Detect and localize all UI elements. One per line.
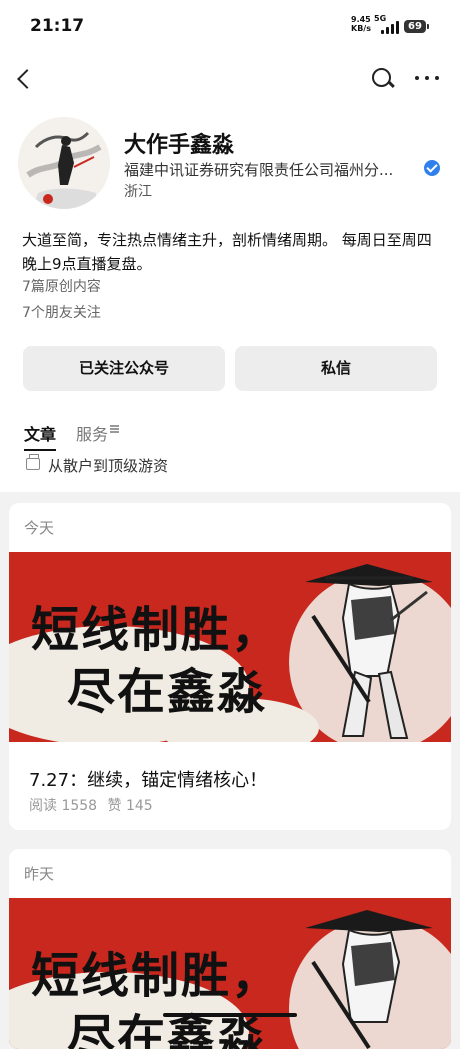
read-count: 阅读 1558 — [29, 798, 98, 814]
network-speed-unit: KB/s — [351, 24, 371, 33]
network-speed: 9.45 KB/s — [351, 15, 371, 33]
cover-slogan-line1: 短线制胜， — [31, 948, 282, 1004]
article-card[interactable]: 昨天 短线制胜， 尽在鑫淼 — [9, 849, 451, 1049]
menu-icon[interactable] — [110, 424, 119, 433]
message-button[interactable]: 私信 — [235, 346, 437, 391]
article-cover[interactable]: 短线制胜， 尽在鑫淼 — [9, 552, 451, 742]
cover-slogan-line2: 尽在鑫淼 — [67, 664, 268, 720]
article-day: 昨天 — [24, 865, 55, 883]
home-indicator[interactable] — [163, 1013, 297, 1017]
like-count: 赞 145 — [107, 798, 153, 814]
more-icon[interactable] — [415, 76, 439, 82]
article-card[interactable]: 今天 短线制胜， 尽在鑫淼 7.27：继续，锚定情绪核心！ 阅读 1558 赞 … — [9, 503, 451, 830]
tab-services[interactable]: 服务 — [76, 421, 108, 445]
verified-badge-icon — [424, 160, 440, 176]
followed-button[interactable]: 已关注公众号 — [23, 346, 225, 391]
avatar[interactable] — [18, 117, 110, 209]
status-time: 21:17 — [30, 16, 85, 36]
location: 浙江 — [124, 184, 152, 200]
verified-company: 福建中讯证券研究有限责任公司福州分... — [124, 161, 394, 179]
friends-following[interactable]: 7个朋友关注 — [22, 302, 101, 322]
account-name: 大作手鑫淼 — [124, 133, 235, 158]
article-cover[interactable]: 短线制胜， 尽在鑫淼 — [9, 898, 451, 1049]
status-bar: 21:17 9.45 KB/s 5G 69 — [0, 0, 460, 52]
collection-icon — [26, 454, 40, 470]
article-day: 今天 — [24, 519, 55, 537]
tab-articles[interactable]: 文章 — [24, 421, 57, 451]
article-title[interactable]: 7.27：继续，锚定情绪核心！ — [29, 766, 267, 792]
account-description: 大道至简，专注热点情绪主升，剖析情绪周期。 每周日至周四晚上9点直播复盘。 — [22, 231, 432, 273]
network-speed-value: 9.45 — [351, 15, 371, 24]
collection-label: 从散户到顶级游资 — [48, 457, 169, 475]
back-arrow-icon[interactable] — [14, 66, 38, 92]
collection-link[interactable]: 从散户到顶级游资 — [26, 454, 226, 477]
article-meta: 阅读 1558 赞 145 — [29, 795, 159, 815]
signal-icon — [377, 20, 401, 34]
original-count[interactable]: 7篇原创内容 — [22, 276, 101, 296]
battery-icon: 69 — [404, 20, 429, 33]
cover-slogan-line1: 短线制胜， — [31, 602, 282, 658]
search-icon[interactable] — [370, 66, 396, 92]
